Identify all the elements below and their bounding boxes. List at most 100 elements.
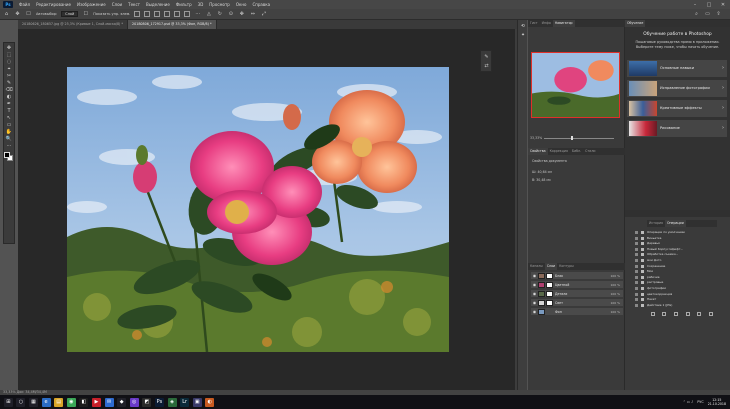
checkbox-icon[interactable]: [635, 242, 638, 246]
taskbar-app-5-icon[interactable]: ◉: [66, 397, 76, 407]
tab-actions[interactable]: Операции: [664, 220, 686, 227]
checkbox-icon[interactable]: [635, 303, 638, 307]
canvas-width[interactable]: Ш: 40,64 см: [532, 170, 552, 174]
3d-roll-icon[interactable]: ⊙: [227, 11, 234, 18]
close-button[interactable]: ✕: [716, 2, 730, 8]
layer-row[interactable]: ◉ Свет 100 %: [531, 299, 623, 307]
align-middle-icon[interactable]: [174, 11, 181, 17]
tab-properties[interactable]: Свойства: [528, 148, 548, 155]
action-item[interactable]: Операции по умолчанию: [635, 230, 717, 235]
zoom-slider-handle[interactable]: [571, 136, 573, 140]
checkbox-icon[interactable]: [635, 275, 638, 279]
action-item[interactable]: мои фото: [635, 258, 717, 263]
tool-7-icon[interactable]: ◐: [5, 94, 14, 100]
maximize-button[interactable]: □: [702, 2, 716, 8]
tool-2-icon[interactable]: ◌: [5, 59, 14, 65]
align-bottom-icon[interactable]: [184, 11, 191, 17]
eye-icon[interactable]: ◉: [532, 291, 537, 296]
taskbar-app-4-icon[interactable]: ▤: [54, 397, 64, 407]
tool-14-icon[interactable]: ⋯: [5, 143, 14, 149]
autoselect-dropdown[interactable]: Слой: [61, 11, 79, 17]
align-center-icon[interactable]: [144, 11, 151, 17]
checkbox-icon[interactable]: [635, 281, 638, 285]
layer-mask-thumbnail[interactable]: [546, 291, 553, 297]
taskbar-app-15-icon[interactable]: ▣: [192, 397, 202, 407]
action-item[interactable]: Виньетка: [635, 236, 717, 241]
taskbar-app-13-icon[interactable]: ◈: [167, 397, 177, 407]
tab-channels[interactable]: Каналы: [528, 263, 545, 270]
history-icon[interactable]: ⟲: [520, 24, 526, 30]
eye-icon[interactable]: ◉: [532, 300, 537, 305]
action-item[interactable]: Обработка съемки...: [635, 252, 717, 257]
tool-0-icon[interactable]: ✥: [5, 45, 14, 51]
tool-13-icon[interactable]: 🔍: [5, 136, 14, 142]
layer-row[interactable]: ◉ Цветной 100 %: [531, 281, 623, 289]
menu-item-3[interactable]: Слои: [109, 2, 125, 7]
eye-icon[interactable]: ◉: [532, 273, 537, 278]
action-item[interactable]: Мои: [635, 269, 717, 274]
menu-item-9[interactable]: Окно: [233, 2, 250, 7]
taskbar-app-14-icon[interactable]: Lr: [180, 397, 190, 407]
action-item[interactable]: Действие 1 (JPG): [635, 303, 717, 308]
menu-item-10[interactable]: Справка: [249, 2, 273, 7]
checkbox-icon[interactable]: [635, 298, 638, 302]
checkbox-icon[interactable]: [635, 292, 638, 296]
tab-document-2[interactable]: 20180806_172917.psd @ 33,3% (Фон, RGB/8)…: [128, 20, 217, 29]
3d-pan-icon[interactable]: ✥: [238, 11, 245, 18]
layer-mask-thumbnail[interactable]: [546, 300, 553, 306]
checkbox-icon[interactable]: [635, 247, 638, 251]
taskbar-app-2-icon[interactable]: ▦: [28, 397, 38, 407]
stop-icon[interactable]: [650, 312, 655, 316]
record-icon[interactable]: [662, 312, 667, 316]
tool-3-icon[interactable]: ⌖: [5, 66, 14, 72]
align-left-icon[interactable]: [134, 11, 141, 17]
checkbox-icon[interactable]: [635, 264, 638, 268]
taskbar-app-10-icon[interactable]: ◎: [129, 397, 139, 407]
tab-history[interactable]: История: [647, 220, 665, 227]
menu-item-2[interactable]: Изображение: [74, 2, 109, 7]
checkbox-icon[interactable]: ☐: [82, 11, 89, 18]
action-item[interactable]: Пакет: [635, 297, 717, 302]
taskbar-app-3-icon[interactable]: e: [41, 397, 51, 407]
action-item[interactable]: цветокоррекция: [635, 292, 717, 297]
layer-mask-thumbnail[interactable]: [546, 273, 553, 279]
tool-9-icon[interactable]: T: [5, 108, 14, 114]
checkbox-icon[interactable]: [635, 287, 638, 290]
learn-card-basics[interactable]: Основные навыки ›: [627, 60, 727, 77]
action-item[interactable]: фотографии: [635, 286, 717, 291]
action-item[interactable]: рабочие: [635, 275, 717, 280]
actions-icon[interactable]: ✦: [520, 33, 526, 39]
tool-12-icon[interactable]: ✋: [5, 129, 14, 135]
tab-paths[interactable]: Контуры: [557, 263, 576, 270]
layer-row[interactable]: ◉ Детали 100 %: [531, 290, 623, 298]
taskbar-app-1-icon[interactable]: ○: [16, 397, 26, 407]
clock[interactable]: 12:15 21.10.2018: [708, 398, 726, 406]
taskbar-app-8-icon[interactable]: ✉: [104, 397, 114, 407]
tab-learn[interactable]: Обучение: [625, 20, 646, 27]
eye-icon[interactable]: ◉: [532, 282, 537, 287]
color-swatches[interactable]: [4, 152, 14, 162]
tool-1-icon[interactable]: ⬚: [5, 52, 14, 58]
new-action-icon[interactable]: [697, 312, 702, 316]
menu-item-0[interactable]: Файл: [16, 2, 33, 7]
navigator-view-frame[interactable]: [531, 52, 620, 118]
foreground-color-swatch[interactable]: [4, 152, 10, 158]
layer-mask-thumbnail[interactable]: [546, 282, 553, 288]
taskbar-app-6-icon[interactable]: ◧: [79, 397, 89, 407]
menu-item-7[interactable]: 3D: [195, 2, 207, 7]
tool-5-icon[interactable]: ✎: [5, 80, 14, 86]
canvas-height[interactable]: В: 30,48 см: [532, 178, 551, 182]
action-item[interactable]: Деревья: [635, 241, 717, 246]
search-icon[interactable]: ⌕: [693, 11, 700, 18]
zoom-value[interactable]: 33,33%: [530, 136, 542, 140]
checkbox-icon[interactable]: [635, 236, 638, 240]
tab-adjustments[interactable]: Коррекция: [548, 148, 570, 155]
more-options-icon[interactable]: ⋯: [194, 11, 201, 18]
tool-8-icon[interactable]: ✒: [5, 101, 14, 107]
align-top-icon[interactable]: [164, 11, 171, 17]
minimize-button[interactable]: –: [688, 2, 702, 8]
checkbox-icon[interactable]: ☐: [25, 11, 32, 18]
action-item[interactable]: Новый Корпус Шрифт...: [635, 247, 717, 252]
3d-rotate-icon[interactable]: ↻: [216, 11, 223, 18]
home-icon[interactable]: ⌂: [3, 11, 10, 18]
